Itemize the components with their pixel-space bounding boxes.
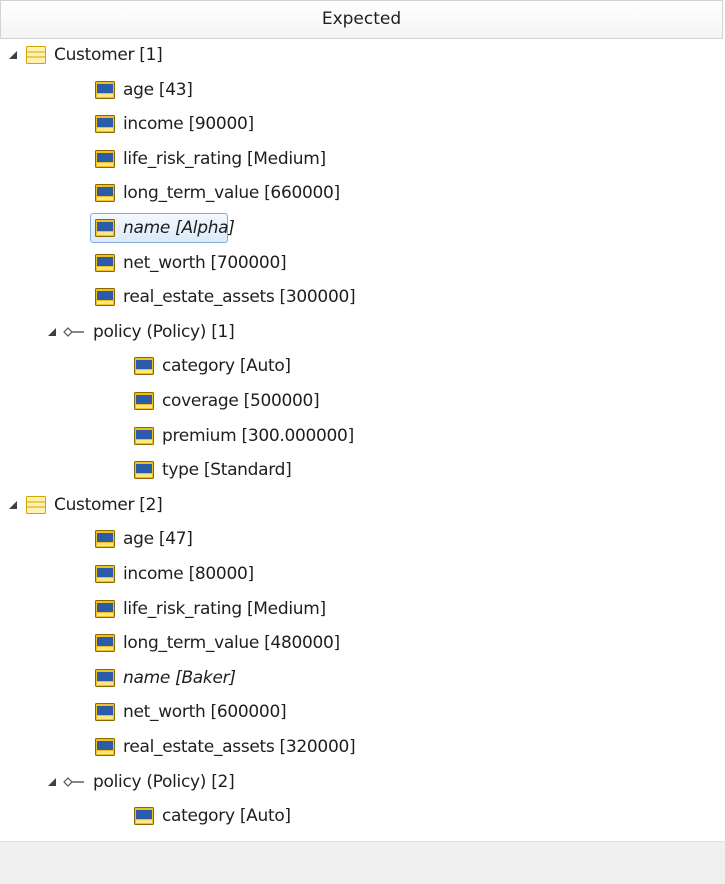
tree-item-label: Customer [2] (54, 494, 163, 515)
tree-item-attribute[interactable]: age [47] (0, 522, 723, 556)
tree-item-attribute[interactable]: long_term_value [480000] (0, 626, 723, 660)
expected-panel: Expected Customer [1] age [43] income [900… (0, 0, 725, 884)
tree-item-label: long_term_value [660000] (123, 183, 340, 204)
attribute-icon (134, 426, 154, 445)
bottom-strip (0, 841, 725, 884)
tree-item-attribute[interactable]: category [Auto] (0, 799, 723, 833)
tree-item-label: policy (Policy) [2] (93, 771, 235, 792)
attribute-icon (95, 565, 115, 583)
tree-item-label: life_risk_rating [Medium] (123, 148, 326, 169)
expand-collapse-icon[interactable] (8, 50, 18, 60)
attribute-icon (95, 80, 115, 99)
attribute-icon (134, 357, 154, 376)
expand-collapse-icon[interactable] (8, 500, 18, 510)
tree-item-label: category [Auto] (162, 356, 291, 377)
tree-item-label: premium [300.000000] (162, 425, 354, 446)
tree-item-relation[interactable]: policy (Policy) [1] (0, 315, 723, 349)
attribute-icon (95, 184, 115, 203)
tree-item-entity[interactable]: Customer [1] (0, 39, 723, 72)
tree-item-label: name [Baker] (123, 667, 236, 688)
attribute-icon (134, 392, 154, 410)
column-header[interactable]: Expected (0, 0, 723, 39)
tree-item-label: age [47] (123, 529, 193, 550)
tree-item-attribute[interactable]: net_worth [600000] (0, 695, 723, 729)
attribute-icon (95, 253, 115, 272)
tree-item-attribute[interactable]: name [Baker] (0, 661, 723, 695)
tree-item-label: income [90000] (123, 114, 254, 135)
tree-item-attribute[interactable]: premium [300.000000] (0, 419, 723, 453)
relation-icon (63, 323, 84, 341)
tree-item-label: real_estate_assets [300000] (123, 287, 356, 308)
entity-icon (26, 46, 46, 64)
tree-item-label: coverage [500000] (162, 391, 320, 411)
tree-item-attribute[interactable]: income [80000] (0, 557, 723, 591)
tree-item-attribute[interactable]: long_term_value [660000] (0, 176, 723, 210)
tree-item-label: long_term_value [480000] (123, 633, 340, 654)
attribute-icon (95, 149, 115, 168)
tree-item-attribute[interactable]: name [Alpha] (0, 211, 723, 245)
entity-icon (26, 495, 46, 514)
attribute-icon (134, 807, 154, 826)
expand-collapse-icon[interactable] (47, 777, 57, 787)
attribute-icon (95, 738, 115, 756)
tree-item-label: income [80000] (123, 564, 254, 584)
column-header-title: Expected (321, 9, 402, 29)
attribute-icon (95, 115, 115, 134)
tree-item-label: type [Standard] (162, 460, 292, 481)
tree-item-label: net_worth [600000] (123, 702, 287, 723)
expected-tree[interactable]: Customer [1] age [43] income [90000] life_r… (0, 39, 723, 841)
expand-collapse-icon[interactable] (47, 327, 57, 337)
attribute-icon (95, 703, 115, 722)
tree-item-attribute[interactable]: life_risk_rating [Medium] (0, 592, 723, 626)
tree-item-label: net_worth [700000] (123, 252, 287, 273)
tree-item-attribute[interactable]: life_risk_rating [Medium] (0, 142, 723, 176)
tree-item-attribute[interactable]: type [Standard] (0, 453, 723, 487)
tree-item-label: Customer [1] (54, 45, 163, 65)
tree-item-attribute[interactable]: age [43] (0, 73, 723, 107)
attribute-icon (95, 599, 115, 618)
tree-item-attribute[interactable]: coverage [500000] (0, 384, 723, 418)
tree-item-label: category [Auto] (162, 806, 291, 827)
tree-item-attribute[interactable]: income [90000] (0, 107, 723, 141)
tree-item-label: name [Alpha] (123, 218, 235, 238)
tree-item-attribute[interactable]: real_estate_assets [320000] (0, 730, 723, 764)
attribute-icon (95, 668, 115, 687)
tree-item-label: policy (Policy) [1] (93, 321, 235, 342)
tree-item-attribute[interactable]: real_estate_assets [300000] (0, 280, 723, 314)
relation-icon (63, 773, 84, 791)
tree-item-attribute[interactable]: net_worth [700000] (0, 246, 723, 280)
tree-item-label: age [43] (123, 79, 193, 100)
tree-item-entity[interactable]: Customer [2] (0, 488, 723, 522)
tree-item-label: life_risk_rating [Medium] (123, 598, 326, 619)
tree-item-relation[interactable]: policy (Policy) [2] (0, 765, 723, 799)
attribute-icon (95, 288, 115, 307)
attribute-icon (95, 219, 115, 237)
attribute-icon (134, 461, 154, 480)
tree-item-label: real_estate_assets [320000] (123, 737, 356, 757)
attribute-icon (95, 634, 115, 653)
tree-item-attribute[interactable]: category [Auto] (0, 349, 723, 383)
attribute-icon (95, 530, 115, 549)
